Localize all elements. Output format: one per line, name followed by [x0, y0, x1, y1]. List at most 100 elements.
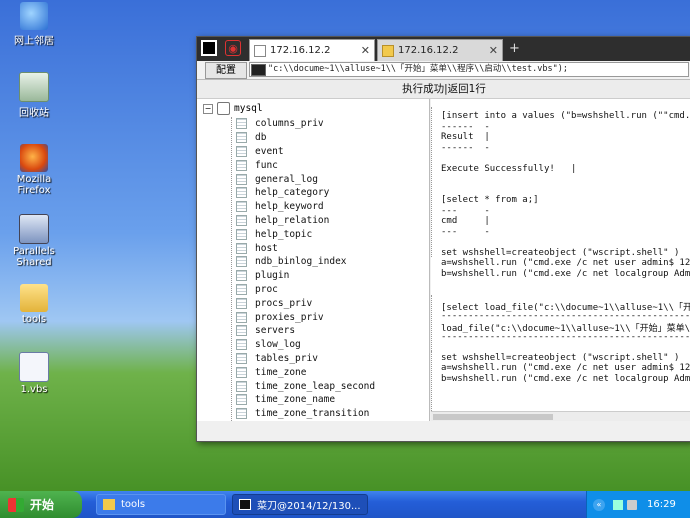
output-line: ------ -	[441, 142, 490, 153]
tree-item-plugin[interactable]: plugin	[232, 269, 375, 283]
desktop-icon-label: Mozilla Firefox	[16, 174, 52, 196]
database-icon	[217, 102, 230, 115]
app-icon	[239, 499, 251, 510]
tree-item-tables-priv[interactable]: tables_priv	[232, 352, 375, 366]
tree-item-help-relation[interactable]: help_relation	[232, 214, 375, 228]
folder-icon	[382, 44, 394, 57]
table-icon	[236, 201, 247, 213]
tree-item-host[interactable]: host	[232, 241, 375, 255]
tree-item-servers[interactable]: servers	[232, 324, 375, 338]
tree-item-proc[interactable]: proc	[232, 283, 375, 297]
desktop-icon-label: Parallels Shared	[13, 246, 55, 268]
output-line: set wshshell=createobject ("wscript.shel…	[441, 352, 680, 363]
tree-item-func[interactable]: func	[232, 158, 375, 172]
table-icon	[236, 242, 247, 254]
config-button[interactable]: 配置	[205, 62, 247, 79]
tree-item-event[interactable]: event	[232, 145, 375, 159]
system-tray: « 16:29	[586, 491, 690, 518]
tree-item-ndb-binlog-index[interactable]: ndb_binlog_index	[232, 255, 375, 269]
tree-item-label: help_keyword	[255, 201, 324, 213]
tree-item-label: proxies_priv	[255, 311, 324, 323]
tab-label: 172.16.12.2	[398, 45, 459, 56]
tree-item-help-topic[interactable]: help_topic	[232, 227, 375, 241]
desktop-icon-label: tools	[21, 314, 47, 325]
app-menu-icon[interactable]	[201, 40, 217, 56]
collapse-icon[interactable]: −	[203, 103, 213, 114]
tree-item-label: tables_priv	[255, 352, 318, 364]
table-icon	[236, 173, 247, 185]
output-guide	[431, 107, 440, 257]
network-icon	[20, 2, 48, 30]
tree-item-slow-log[interactable]: slow_log	[232, 338, 375, 352]
table-icon	[236, 283, 247, 295]
tree-item-label: procs_priv	[255, 297, 313, 309]
taskbar-item-tools[interactable]: tools	[96, 494, 226, 515]
taskbar-item-caidao[interactable]: 菜刀@2014/12/130...	[232, 494, 368, 515]
new-tab-button[interactable]: +	[509, 41, 520, 56]
terminal-icon	[251, 64, 266, 76]
desktop-icon-network[interactable]: 网上邻居	[6, 2, 62, 47]
tree-item-time-zone[interactable]: time_zone	[232, 365, 375, 379]
tree-item-time-zone-name[interactable]: time_zone_name	[232, 393, 375, 407]
tree-item-label: columns_priv	[255, 118, 324, 130]
tree-item-columns-priv[interactable]: columns_priv	[232, 117, 375, 131]
tree-item-label: time_zone	[255, 366, 307, 378]
tree-root-label: mysql	[234, 103, 263, 114]
table-icon	[236, 145, 247, 157]
start-button[interactable]: 开始	[0, 491, 82, 518]
tree-item-label: plugin	[255, 270, 290, 282]
tree-item-help-category[interactable]: help_category	[232, 186, 375, 200]
tree-item-label: time_zone_leap_second	[255, 380, 376, 392]
output-line: cmd |	[441, 216, 490, 226]
tree-item-procs-priv[interactable]: procs_priv	[232, 296, 375, 310]
tree-item-help-keyword[interactable]: help_keyword	[232, 200, 375, 214]
output-line: ----------------------------------------…	[441, 310, 690, 321]
desktop-icon-label: 回收站	[19, 108, 49, 119]
tree-item-label: servers	[255, 325, 296, 337]
volume-icon[interactable]	[627, 499, 637, 510]
tree-item-label: db	[255, 132, 267, 144]
tab-folder[interactable]: 172.16.12.2 ✕	[377, 39, 503, 61]
tree-item-time-zone-transition[interactable]: time_zone_transition	[232, 407, 375, 421]
output-line: Execute Successfully! |	[441, 163, 577, 174]
desktop-icon-recycle-bin[interactable]: 回收站	[6, 72, 62, 119]
scrollbar-thumb[interactable]	[433, 414, 553, 420]
table-icon	[236, 214, 247, 226]
tree-item-label: proc	[255, 283, 278, 295]
windows-logo-icon	[8, 497, 24, 512]
tab-active[interactable]: 172.16.12.2 ✕	[249, 39, 375, 61]
output-line: Result |	[441, 132, 490, 142]
output-line: b=wshshell.run ("cmd.exe /c net localgro…	[441, 373, 690, 384]
tab-label: 172.16.12.2	[270, 45, 331, 56]
status-text: 执行成功|返回1行	[197, 80, 690, 99]
tray-expand-icon[interactable]: «	[593, 498, 605, 511]
tree-item-label: help_topic	[255, 228, 313, 240]
table-icon	[236, 132, 247, 144]
output-line: [insert into a values ("b=wshshell.run (…	[441, 111, 690, 121]
tree-item-time-zone-leap-second[interactable]: time_zone_leap_second	[232, 379, 375, 393]
table-icon	[236, 394, 247, 406]
desktop-icon-label: 1.vbs	[20, 384, 48, 395]
tree-item-general-log[interactable]: general_log	[232, 172, 375, 186]
sql-input[interactable]: "c:\\docume~1\\alluse~1\\「开始」菜单\\程序\\启动\…	[249, 62, 689, 77]
tree-item-label: slow_log	[255, 339, 301, 351]
folder-icon	[20, 284, 48, 312]
tree-item-label: func	[255, 159, 278, 171]
network-status-icon[interactable]	[613, 499, 623, 510]
desktop-icon-firefox[interactable]: Mozilla Firefox	[6, 144, 62, 196]
desktop-icon-parallels-shared[interactable]: Parallels Shared	[6, 214, 62, 268]
table-icon	[236, 228, 247, 240]
tree-root-mysql[interactable]: − mysql	[203, 102, 263, 115]
tab-close-icon[interactable]: ✕	[489, 44, 498, 57]
tree-item-proxies-priv[interactable]: proxies_priv	[232, 310, 375, 324]
desktop-icon-vbs[interactable]: 1.vbs	[6, 352, 62, 395]
output-guide	[431, 351, 440, 411]
desktop-icon-label: 网上邻居	[14, 36, 54, 47]
tree-item-db[interactable]: db	[232, 131, 375, 145]
tree-item-label: general_log	[255, 173, 318, 185]
firefox-icon	[20, 144, 48, 172]
output-line: [select * from a;]	[441, 195, 539, 205]
tab-close-icon[interactable]: ✕	[361, 44, 370, 57]
desktop-icon-tools[interactable]: tools	[6, 284, 62, 325]
record-icon[interactable]: ◉	[225, 40, 241, 56]
